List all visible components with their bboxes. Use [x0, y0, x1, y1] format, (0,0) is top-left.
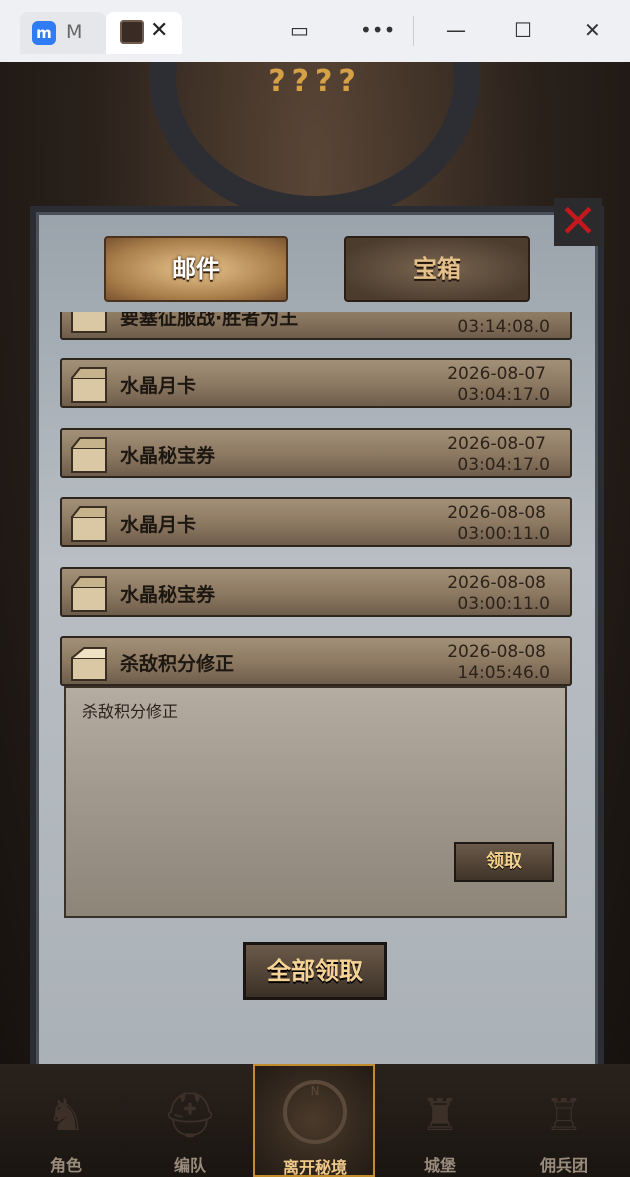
browser-tab-2[interactable]: ✕: [106, 12, 182, 54]
mail-title: 水晶秘宝券: [120, 584, 216, 606]
nav-label: 城堡: [423, 1156, 456, 1175]
titlebar-separator: [413, 16, 414, 46]
chest-icon: [71, 437, 107, 473]
mail-time: 14:05:46.0: [457, 663, 550, 683]
nav-castle[interactable]: ♜ 城堡: [380, 1064, 500, 1177]
compass-icon: N: [283, 1080, 347, 1144]
game-viewport: ???? ✕ 邮件 宝箱 要塞征服战·胜者为王 03:14:08.0 水晶月卡 …: [0, 62, 630, 1177]
cast-screen-icon[interactable]: ▭: [290, 18, 309, 42]
nav-leave-realm[interactable]: N 离开秘境: [253, 1064, 375, 1177]
mail-time: 03:04:17.0: [457, 455, 550, 475]
browser-tab-1[interactable]: m M: [20, 12, 106, 54]
more-options-icon[interactable]: •••: [360, 18, 395, 42]
mail-title: 水晶月卡: [120, 514, 197, 536]
mail-item[interactable]: 水晶月卡 2026-08-08 03:00:11.0: [60, 497, 572, 547]
maximize-icon[interactable]: ☐: [514, 18, 532, 42]
claim-all-button[interactable]: 全部领取: [243, 942, 387, 1000]
nav-mercenary[interactable]: ♖ 佣兵团: [504, 1064, 624, 1177]
chest-icon: [71, 576, 107, 612]
helmet-icon: ⛑: [162, 1090, 218, 1141]
mail-date: 2026-08-08: [447, 642, 546, 662]
window-titlebar: m M ✕ ▭ ••• — ☐ ✕: [0, 0, 630, 62]
mail-date: 2026-08-07: [447, 364, 546, 384]
tab-chest[interactable]: 宝箱: [344, 236, 530, 302]
mail-time: 03:14:08.0: [457, 317, 550, 337]
chest-icon: [71, 506, 107, 542]
mail-date: 2026-08-08: [447, 503, 546, 523]
mail-title: 要塞征服战·胜者为王: [120, 312, 299, 329]
chest-icon: [71, 367, 107, 403]
mail-item-selected[interactable]: 杀敌积分修正 2026-08-08 14:05:46.0: [60, 636, 572, 686]
nav-role[interactable]: ♞ 角色: [6, 1064, 126, 1177]
mail-date: 2026-08-08: [447, 573, 546, 593]
tab-1-label: M: [66, 21, 83, 43]
tower-icon: ♖: [544, 1090, 584, 1141]
chest-icon: [71, 312, 107, 333]
mail-body: 杀敌积分修正: [82, 702, 179, 721]
header-text: ????: [268, 64, 362, 99]
minimize-icon[interactable]: —: [446, 18, 466, 42]
tab-mail[interactable]: 邮件: [104, 236, 288, 302]
mail-date: 2026-08-07: [447, 434, 546, 454]
window-close-icon[interactable]: ✕: [584, 18, 601, 42]
bottom-nav: ♞ 角色 ⛑ 编队 N 离开秘境 ♜ 城堡 ♖ 佣兵团: [0, 1064, 630, 1177]
mail-item[interactable]: 水晶秘宝券 2026-08-07 03:04:17.0: [60, 428, 572, 478]
app-icon: m: [32, 21, 56, 45]
mail-time: 03:00:11.0: [457, 594, 550, 614]
mail-title: 水晶月卡: [120, 375, 197, 397]
close-panel-button[interactable]: ✕: [554, 198, 602, 246]
mail-detail: 杀敌积分修正: [64, 686, 567, 918]
mail-item[interactable]: 水晶秘宝券 2026-08-08 03:00:11.0: [60, 567, 572, 617]
nav-team[interactable]: ⛑ 编队: [130, 1064, 250, 1177]
nav-label: 角色: [49, 1156, 82, 1175]
castle-icon: ♜: [420, 1090, 460, 1141]
close-tab-icon[interactable]: ✕: [150, 18, 168, 43]
mail-item[interactable]: 要塞征服战·胜者为王 03:14:08.0: [60, 312, 572, 340]
knight-icon: ♞: [46, 1090, 86, 1141]
game-icon: [120, 20, 144, 44]
nav-label: 离开秘境: [282, 1158, 347, 1177]
mail-time: 03:04:17.0: [457, 385, 550, 405]
claim-button[interactable]: 领取: [454, 842, 554, 882]
open-chest-icon: [71, 647, 107, 681]
mail-title: 杀敌积分修正: [120, 653, 235, 675]
nav-label: 佣兵团: [539, 1156, 588, 1175]
nav-label: 编队: [173, 1156, 206, 1175]
mail-item[interactable]: 水晶月卡 2026-08-07 03:04:17.0: [60, 358, 572, 408]
mail-list[interactable]: 要塞征服战·胜者为王 03:14:08.0 水晶月卡 2026-08-07 03…: [60, 312, 574, 692]
mail-time: 03:00:11.0: [457, 524, 550, 544]
close-icon: ✕: [558, 194, 598, 248]
mail-title: 水晶秘宝券: [120, 445, 216, 467]
compass-letter: N: [310, 1084, 320, 1098]
